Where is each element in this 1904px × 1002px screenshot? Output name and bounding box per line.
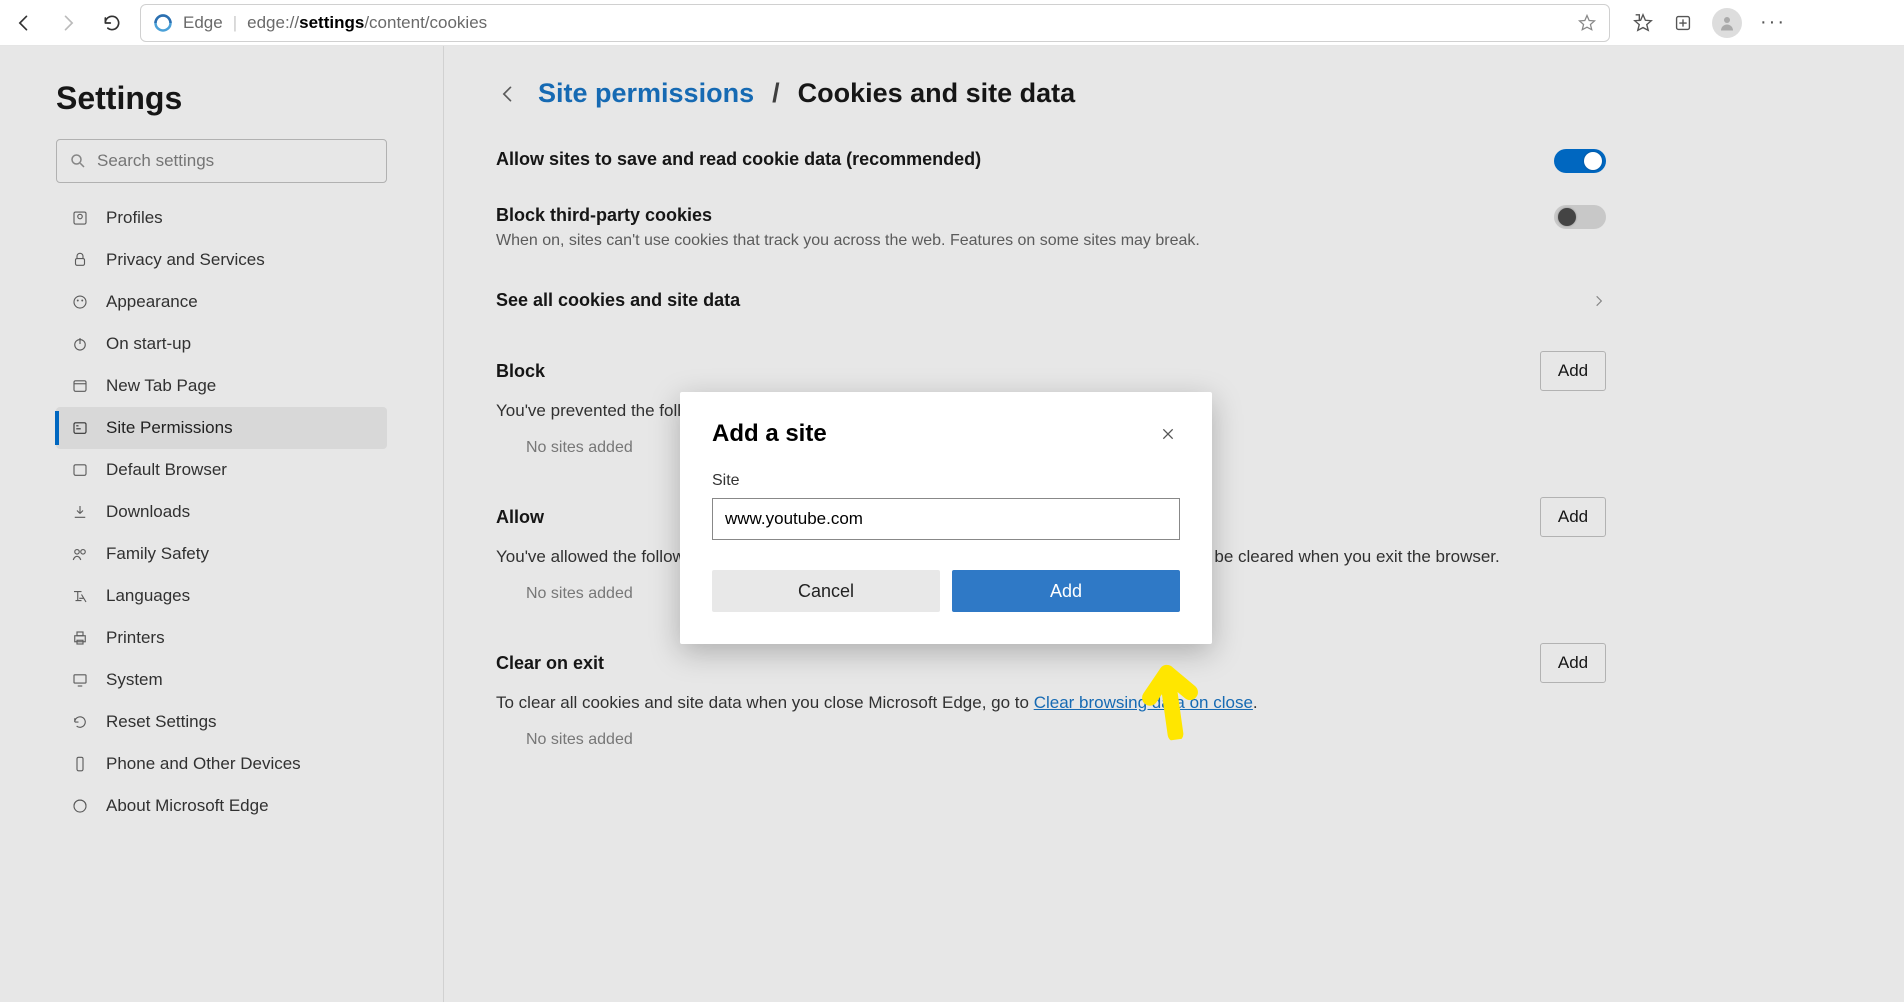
dialog-cancel-button[interactable]: Cancel bbox=[712, 570, 940, 612]
block-3p-toggle[interactable] bbox=[1554, 205, 1606, 229]
addr-separator: | bbox=[233, 13, 237, 33]
forward-button[interactable] bbox=[52, 7, 84, 39]
browser-toolbar: Edge | edge://settings/content/cookies ·… bbox=[0, 0, 1904, 46]
dialog-site-label: Site bbox=[712, 472, 1180, 490]
edge-logo-icon bbox=[153, 13, 173, 33]
refresh-button[interactable] bbox=[96, 7, 128, 39]
allow-cookies-toggle[interactable] bbox=[1554, 149, 1606, 173]
dialog-title: Add a site bbox=[712, 420, 827, 448]
add-site-dialog: Add a site Site Cancel Add bbox=[680, 392, 1212, 644]
back-button[interactable] bbox=[8, 7, 40, 39]
dialog-close-button[interactable] bbox=[1156, 422, 1180, 446]
favorites-icon[interactable] bbox=[1632, 12, 1654, 34]
sidebar-item-site-permissions[interactable]: Site Permissions bbox=[56, 407, 387, 449]
sidebar-item-label: Site Permissions bbox=[106, 418, 233, 438]
permissions-icon bbox=[70, 419, 90, 437]
more-menu-icon[interactable]: ··· bbox=[1760, 11, 1786, 34]
dialog-site-input[interactable] bbox=[712, 498, 1180, 540]
collections-icon[interactable] bbox=[1672, 12, 1694, 34]
annotation-arrow-icon bbox=[1124, 645, 1216, 745]
app-name: Edge bbox=[183, 13, 223, 33]
url-text: edge://settings/content/cookies bbox=[247, 13, 487, 33]
dialog-add-button[interactable]: Add bbox=[952, 570, 1180, 612]
profile-avatar[interactable] bbox=[1712, 8, 1742, 38]
favorite-star-icon[interactable] bbox=[1577, 13, 1597, 33]
address-bar[interactable]: Edge | edge://settings/content/cookies bbox=[140, 4, 1610, 42]
